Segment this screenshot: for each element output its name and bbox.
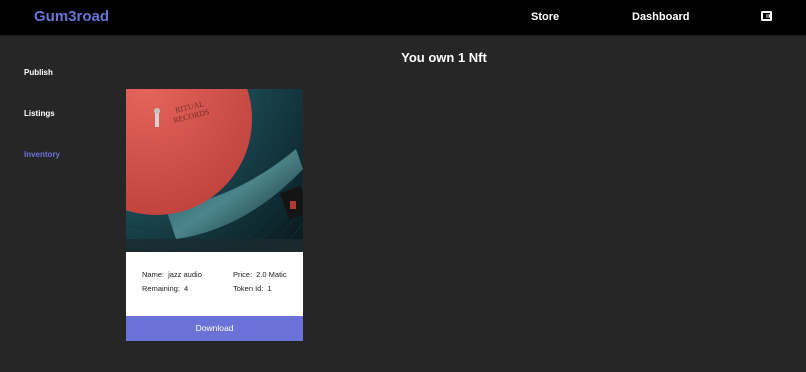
name-label: Name:	[142, 270, 165, 279]
token-id-value: 1	[267, 284, 272, 293]
token-id-label: Token Id:	[233, 284, 264, 293]
download-button[interactable]: Download	[126, 316, 303, 341]
nft-details: Name: jazz audio Price: 2.0 Matic Remainin…	[126, 252, 303, 316]
vinyl-record-image: RITUAL RECORDS	[126, 89, 303, 252]
nav-store-link[interactable]: Store	[531, 11, 559, 23]
sidebar-item-publish[interactable]: Publish	[24, 68, 53, 77]
wallet-icon[interactable]	[760, 9, 774, 23]
brand-logo[interactable]: Gum3road	[34, 8, 109, 25]
nft-remaining: Remaining: 4	[142, 284, 188, 293]
name-value: jazz audio	[168, 270, 202, 279]
remaining-value: 4	[183, 284, 189, 293]
nft-name: Name: jazz audio	[142, 270, 202, 279]
nav-dashboard-link[interactable]: Dashboard	[632, 11, 689, 23]
nft-card: RITUAL RECORDS Name: jazz audio Price: 2.0…	[126, 89, 303, 341]
page-title: You own 1 Nft	[401, 50, 487, 65]
price-value: 2.0 Matic	[256, 270, 287, 279]
sidebar-item-inventory[interactable]: Inventory	[24, 150, 60, 159]
price-label: Price:	[233, 270, 253, 279]
top-navbar: Gum3road Store Dashboard	[0, 0, 806, 36]
nft-price: Price: 2.0 Matic	[233, 270, 287, 279]
remaining-label: Remaining:	[142, 284, 180, 293]
nft-token-id: Token Id: 1	[233, 284, 272, 293]
sidebar-item-listings[interactable]: Listings	[24, 109, 55, 118]
